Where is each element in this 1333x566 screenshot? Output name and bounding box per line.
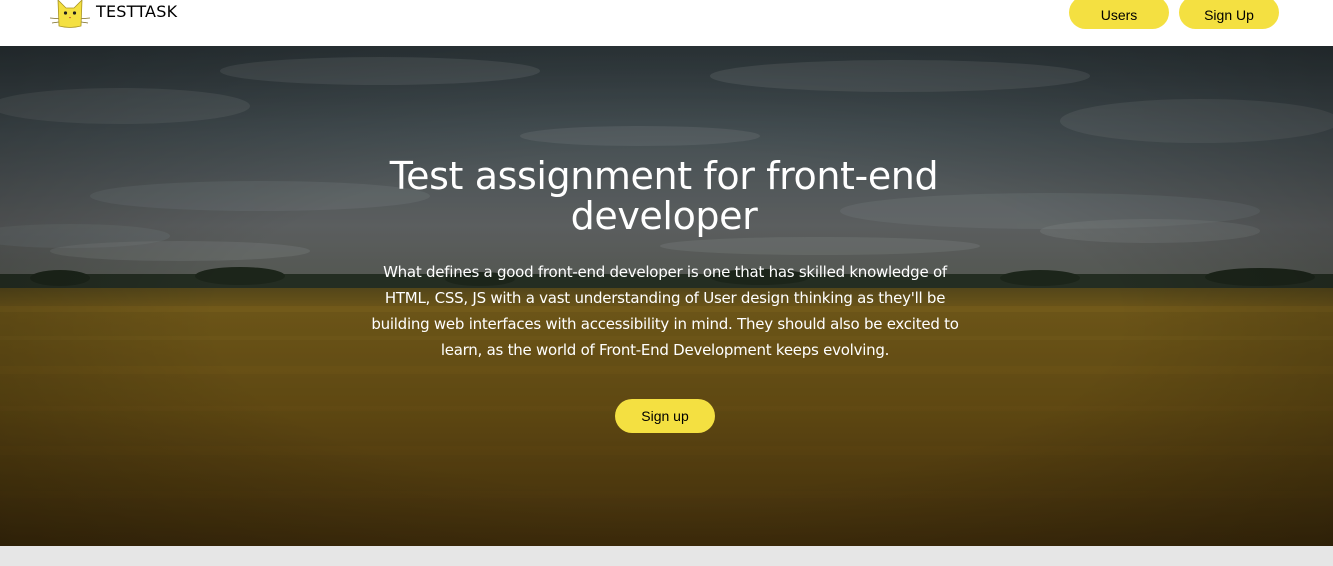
sign-up-nav-button[interactable]: Sign Up (1179, 0, 1279, 29)
top-nav: Users Sign Up (1069, 0, 1279, 29)
next-section-edge (0, 546, 1333, 566)
cat-logo-icon (50, 0, 90, 28)
site-header: TESTTASK Users Sign Up (0, 0, 1333, 46)
users-button[interactable]: Users (1069, 0, 1169, 29)
hero-content: Test assignment for front-end developer … (0, 46, 1333, 546)
hero-section: Test assignment for front-end developer … (0, 46, 1333, 546)
hero-sign-up-button[interactable]: Sign up (615, 399, 715, 433)
logo[interactable]: TESTTASK (50, 0, 177, 28)
logo-text: TESTTASK (96, 2, 178, 21)
hero-description: What defines a good front-end developer … (371, 263, 959, 359)
hero-title: Test assignment for front-end developer (389, 154, 939, 238)
